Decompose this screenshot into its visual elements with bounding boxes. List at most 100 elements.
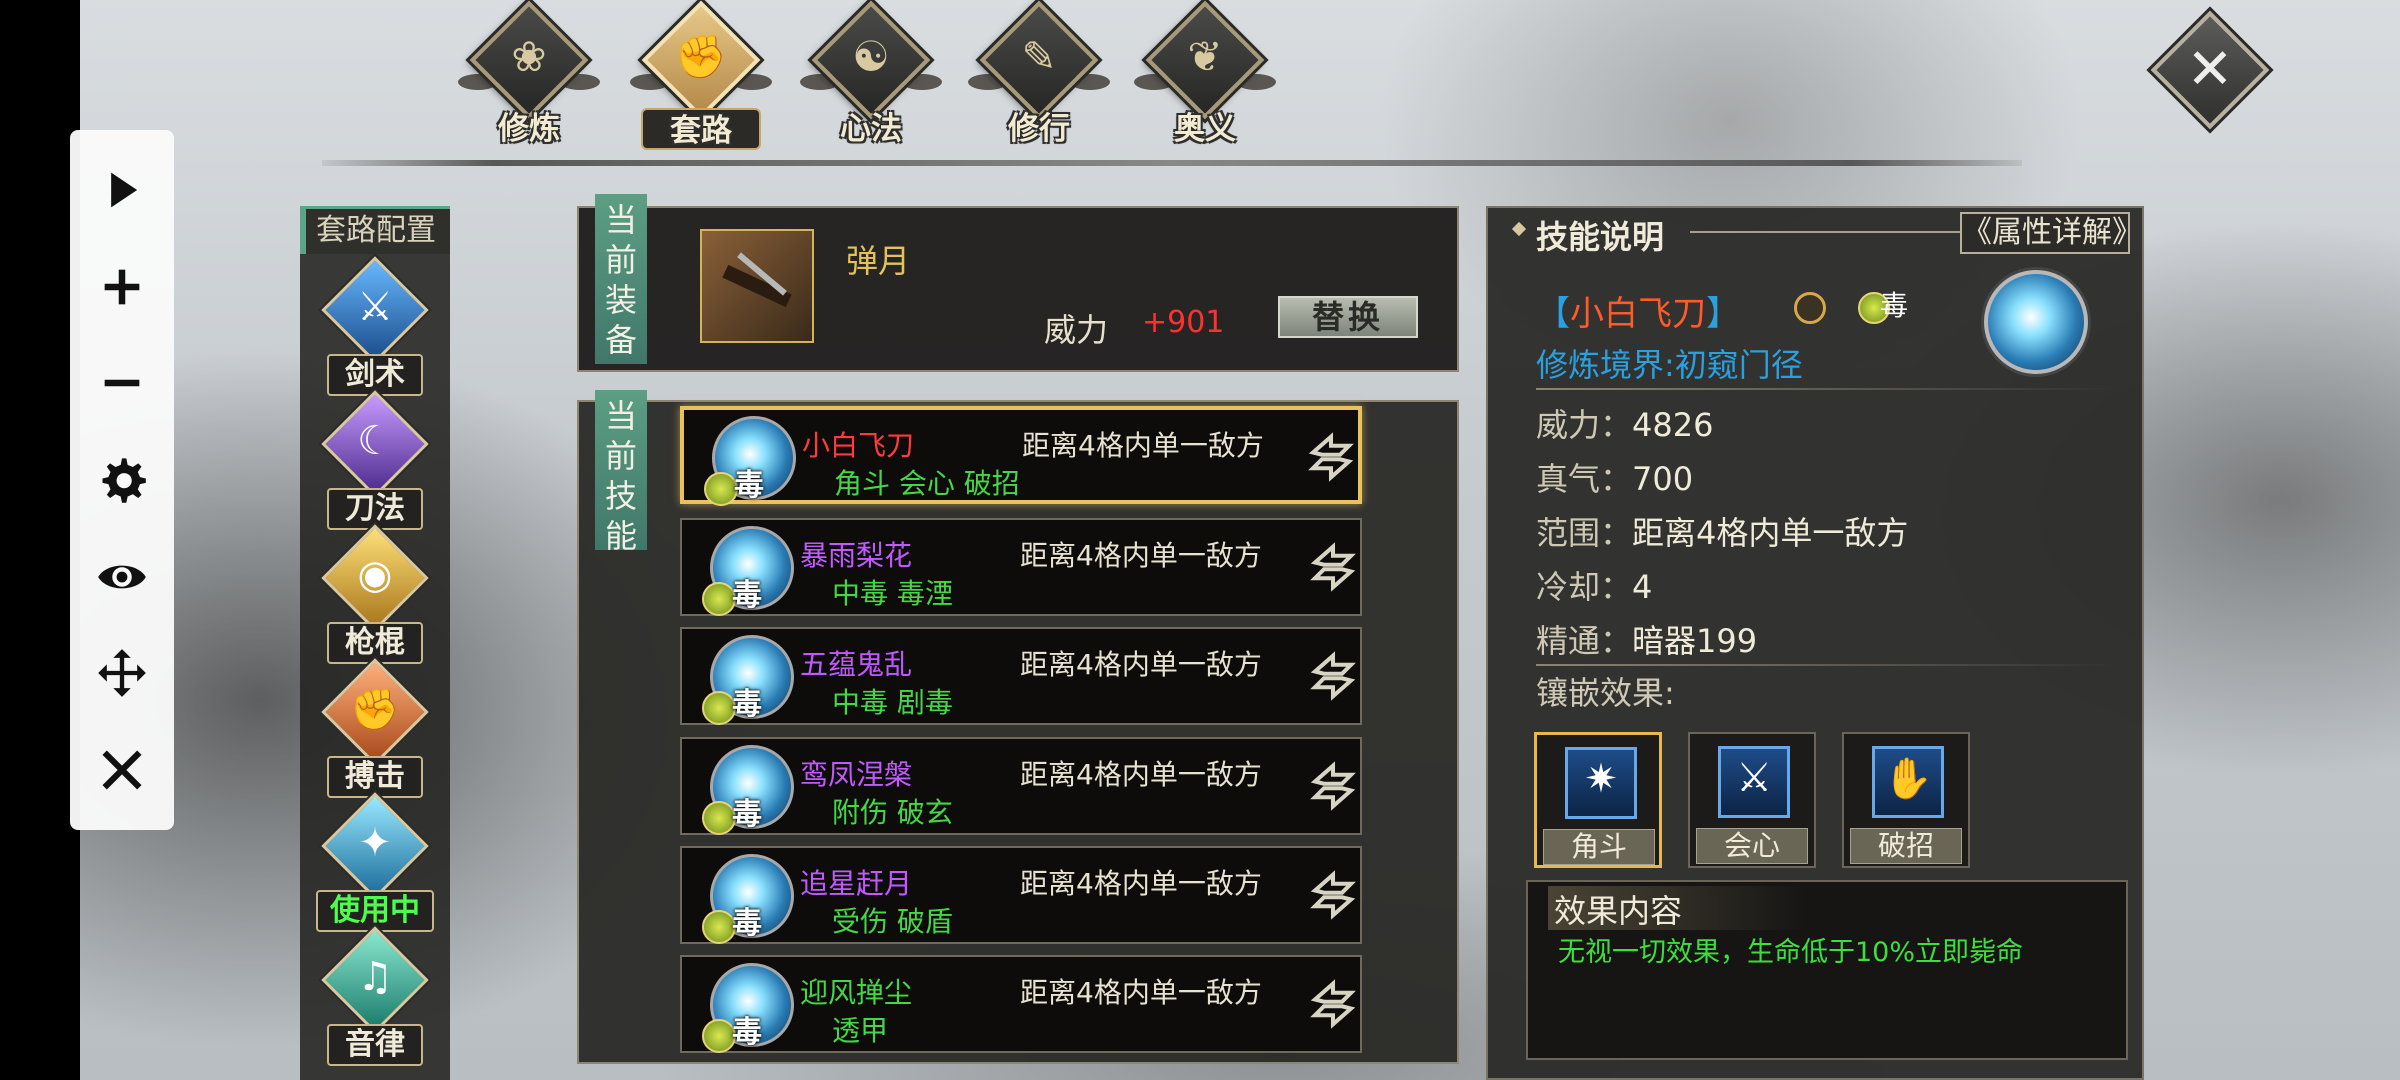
close-icon bbox=[102, 750, 142, 790]
lotus-icon: ❀ bbox=[511, 32, 547, 81]
compass-icon bbox=[1794, 292, 1826, 324]
inlay-slot[interactable]: ✋ 破招 bbox=[1842, 732, 1970, 868]
equipment-thumbnail[interactable] bbox=[700, 229, 814, 343]
inlay-slot-label: 破招 bbox=[1850, 828, 1962, 864]
poison-badge-icon bbox=[702, 1019, 736, 1053]
stat-label: 范围： bbox=[1536, 514, 1633, 552]
category-fist[interactable]: ✊ 搏击 bbox=[313, 658, 437, 798]
category-spear[interactable]: ◉ 枪棍 bbox=[313, 524, 437, 664]
bracket-left: 【 bbox=[1536, 294, 1570, 334]
stat-label: 精通： bbox=[1536, 622, 1633, 660]
sword-burst-icon: ✷ bbox=[1565, 747, 1637, 819]
skill-name: 五蕴鬼乱 bbox=[800, 648, 913, 681]
skill-row[interactable]: 毒 五蕴鬼乱 距离4格内单一敌方 中毒 剧毒 bbox=[680, 627, 1362, 725]
category-blade[interactable]: ☾ 刀法 bbox=[313, 390, 437, 530]
skill-row[interactable]: 毒 迎风掸尘 距离4格内单一敌方 透甲 bbox=[680, 955, 1362, 1053]
stat-label: 冷却： bbox=[1536, 568, 1633, 606]
poison-badge-icon bbox=[702, 691, 736, 725]
poison-mark: 毒 bbox=[732, 687, 762, 722]
attribute-detail-button[interactable]: 《属性详解》 bbox=[1960, 212, 2142, 254]
power-label: 威力 bbox=[1044, 311, 1109, 349]
tab-cultivate[interactable]: ❀ 修炼 bbox=[454, 0, 604, 150]
tab-label: 心法 bbox=[840, 111, 902, 147]
swap-icon[interactable] bbox=[1306, 868, 1360, 922]
stat-value: 700 bbox=[1632, 460, 1694, 498]
category-music[interactable]: ♫ 音律 bbox=[313, 926, 437, 1066]
zoom-in-button[interactable] bbox=[87, 252, 157, 322]
skill-title: 【小白飞刀】 bbox=[1536, 286, 1740, 335]
inlay-slot-label: 角斗 bbox=[1543, 829, 1655, 865]
poison-mark: 毒 bbox=[732, 906, 762, 941]
settings-button[interactable] bbox=[87, 445, 157, 515]
skill-range: 距离4格内单一敌方 bbox=[1022, 429, 1264, 462]
category-label: 音律 bbox=[327, 1024, 423, 1066]
poison-mark: 毒 bbox=[734, 468, 764, 503]
skill-tags: 透甲 bbox=[832, 1014, 889, 1047]
tab-practice[interactable]: ✎ 修行 bbox=[964, 0, 1114, 150]
power-value: +901 bbox=[1142, 305, 1225, 340]
view-button[interactable] bbox=[87, 542, 157, 612]
poison-mark: 毒 bbox=[732, 797, 762, 832]
tab-routine[interactable]: ✊ 套路 bbox=[626, 0, 776, 150]
skill-tags: 中毒 毒湮 bbox=[832, 577, 953, 610]
stat-value: 暗器199 bbox=[1632, 622, 1758, 660]
sword-icon: ⚔ bbox=[357, 284, 393, 330]
poison-label: 毒 bbox=[1880, 289, 1909, 322]
category-sword[interactable]: ⚔ 剑术 bbox=[313, 256, 437, 396]
skill-range: 距离4格内单一敌方 bbox=[1020, 758, 1262, 791]
swap-icon[interactable] bbox=[1306, 649, 1360, 703]
tab-mystery[interactable]: ❦ 奥义 bbox=[1130, 0, 1280, 150]
swap-icon[interactable] bbox=[1306, 540, 1360, 594]
poison-mark: 毒 bbox=[732, 578, 762, 613]
close-panel-button[interactable] bbox=[87, 735, 157, 805]
swap-icon[interactable] bbox=[1306, 977, 1360, 1031]
poison-badge-icon bbox=[702, 910, 736, 944]
inlay-slot-label: 会心 bbox=[1696, 828, 1808, 864]
equipment-tag: 当前装备 bbox=[595, 194, 647, 364]
yin-yang-icon: ☯ bbox=[852, 32, 890, 81]
replace-button[interactable]: 替换 bbox=[1278, 296, 1418, 338]
stat-qi: 真气：700 bbox=[1536, 454, 1693, 500]
skill-name: 小白飞刀 bbox=[802, 429, 915, 462]
move-button[interactable] bbox=[87, 638, 157, 708]
fish-icon: ✦ bbox=[358, 820, 392, 866]
stat-label: 真气： bbox=[1536, 460, 1633, 498]
swap-icon[interactable] bbox=[1306, 759, 1360, 813]
skill-row[interactable]: 毒 小白飞刀 距离4格内单一敌方 角斗 会心 破招 bbox=[680, 406, 1362, 506]
skill-tags: 角斗 会心 破招 bbox=[834, 467, 1020, 500]
poison-mark: 毒 bbox=[732, 1015, 762, 1050]
tab-mind-method[interactable]: ☯ 心法 bbox=[796, 0, 946, 150]
zoom-out-button[interactable] bbox=[87, 348, 157, 418]
swap-icon[interactable] bbox=[1304, 430, 1358, 484]
stat-label: 威力： bbox=[1536, 406, 1633, 444]
divider bbox=[1536, 664, 2116, 666]
skill-tags: 附伤 破玄 bbox=[832, 796, 953, 829]
tab-label: 修行 bbox=[1008, 111, 1070, 147]
gear-icon bbox=[102, 458, 146, 503]
category-in-use[interactable]: ✦ 使用中 bbox=[313, 792, 437, 932]
skill-row[interactable]: 毒 暴雨梨花 距离4格内单一敌方 中毒 毒湮 bbox=[680, 518, 1362, 616]
title-divider bbox=[1690, 231, 1960, 233]
blade-icon: ☾ bbox=[357, 418, 393, 464]
skill-name: 鸾凤涅槃 bbox=[800, 758, 913, 791]
minus-icon bbox=[104, 380, 140, 387]
inlay-slot[interactable]: ⚔ 会心 bbox=[1688, 732, 1816, 868]
poison-badge-icon bbox=[702, 582, 736, 616]
info-title: 技能说明 bbox=[1536, 218, 1665, 256]
skill-range: 距离4格内单一敌方 bbox=[1020, 539, 1262, 572]
scroll-icon: ✎ bbox=[1021, 32, 1057, 81]
skill-row[interactable]: 毒 追星赶月 距离4格内单一敌方 受伤 破盾 bbox=[680, 846, 1362, 944]
play-button[interactable] bbox=[87, 155, 157, 225]
claw-icon: ✋ bbox=[1872, 746, 1944, 818]
skill-name: 迎风掸尘 bbox=[800, 976, 913, 1009]
stat-value: 4826 bbox=[1632, 406, 1714, 444]
stat-cooldown: 冷却：4 bbox=[1536, 562, 1652, 608]
skill-row[interactable]: 毒 鸾凤涅槃 距离4格内单一敌方 附伤 破玄 bbox=[680, 737, 1362, 835]
skill-range: 距离4格内单一敌方 bbox=[1020, 867, 1262, 900]
music-icon: ♫ bbox=[357, 954, 393, 1000]
poison-badge-icon bbox=[702, 801, 736, 835]
effect-text: 无视一切效果，生命低于10%立即毙命 bbox=[1558, 937, 2024, 968]
inlay-slot[interactable]: ✷ 角斗 bbox=[1534, 732, 1662, 868]
equipment-name: 弹月 bbox=[846, 242, 911, 280]
skill-range: 距离4格内单一敌方 bbox=[1020, 976, 1262, 1009]
